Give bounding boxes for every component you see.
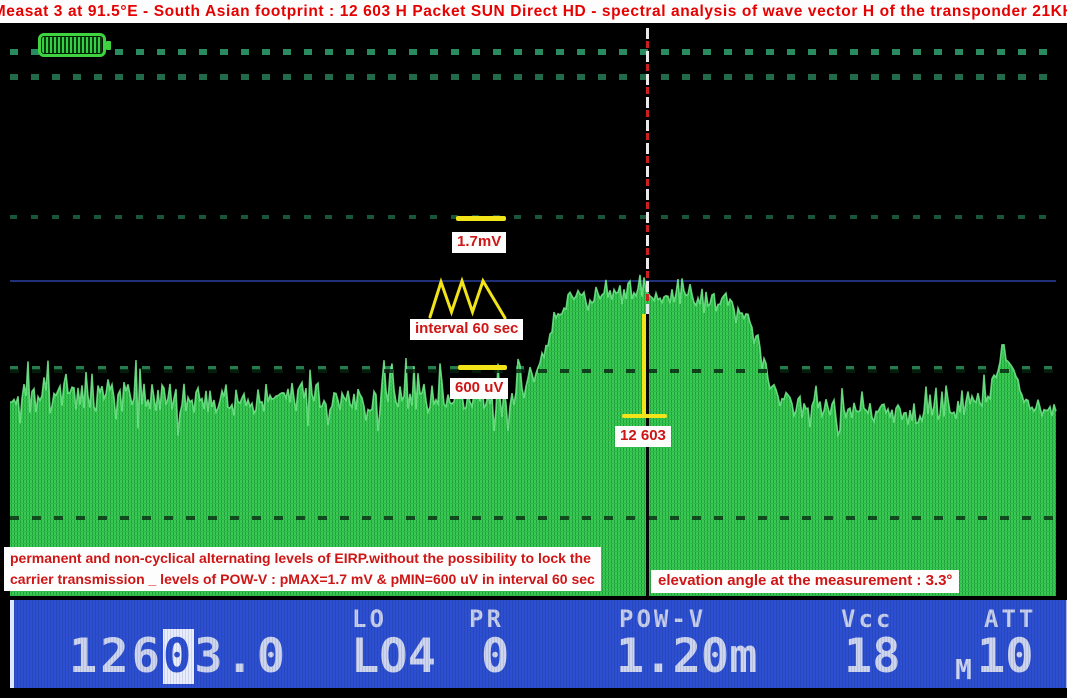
status-bar: LO PR POW-V Vcc ATT 12603.0 LO4 0 1.20m … [10,600,1067,688]
spectrum-analyzer-screen: 1.7mV interval 60 sec 600 uV 12 603 perm… [0,0,1067,698]
att-mode-prefix: M [955,656,972,684]
frequency-readout: 12603.0 [69,633,288,680]
title-text: Measat 3 at 91.5°E - South Asian footpri… [0,3,1067,21]
frequency-cursor-digit: 0 [163,629,194,684]
pmin-label: 600 uV [450,378,508,399]
frequency-prefix: 126 [69,629,163,684]
frequency-suffix: 3.0 [194,629,288,684]
interval-label: interval 60 sec [410,319,523,340]
elevation-note: elevation angle at the measurement : 3.3… [651,570,959,593]
eirp-note: permanent and non-cyclical alternating l… [4,547,601,591]
interval-zigzag-icon [0,0,1067,698]
vcc-header: Vcc [841,607,893,631]
lo-header: LO [352,607,387,631]
att-header: ATT [984,607,1036,631]
att-value: 10 [977,633,1034,680]
pow-v-value: 1.20m [616,633,757,680]
centre-frequency-label: 12 603 [615,426,671,447]
lo-value: LO4 [351,633,436,680]
eirp-note-line2: carrier transmission _ levels of POW-V :… [10,569,595,590]
title-bar: Measat 3 at 91.5°E - South Asian footpri… [0,0,1067,23]
pmax-label: 1.7mV [452,232,506,253]
vcc-value: 18 [844,633,901,680]
eirp-note-line1: permanent and non-cyclical alternating l… [10,548,595,569]
pr-header: PR [469,607,504,631]
pr-value: 0 [481,633,512,680]
pow-v-header: POW-V [619,607,706,631]
